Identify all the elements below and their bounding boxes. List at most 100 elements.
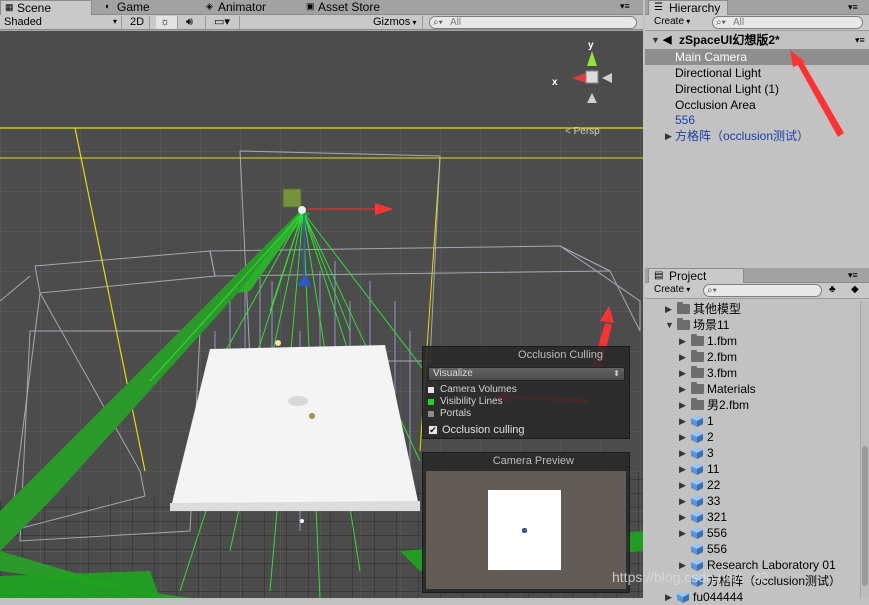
project-item[interactable]: ▶ 556 — [645, 525, 869, 541]
model-prefab-icon — [691, 495, 703, 507]
legend-portals-label: Portals — [440, 408, 472, 419]
foldout-closed-icon[interactable]: ▶ — [679, 413, 686, 429]
folder-icon — [691, 350, 704, 362]
audio-toggle[interactable]: 🔊︎ — [182, 16, 206, 29]
panel-menu-icon[interactable]: ▾≡ — [848, 270, 858, 281]
toggle-2d-label: 2D — [130, 16, 145, 28]
foldout-closed-icon[interactable]: ▶ — [679, 509, 686, 525]
project-item-label: 男2.fbm — [707, 398, 750, 412]
tab-game[interactable]: ◐ Game — [101, 0, 187, 15]
project-item[interactable]: ▶ 321 — [645, 509, 869, 525]
project-item[interactable]: ▶ 2.fbm — [645, 349, 869, 365]
model-prefab-icon — [691, 543, 703, 555]
folder-icon — [691, 398, 704, 410]
gizmos-dropdown[interactable]: Gizmos ▾ — [369, 16, 423, 29]
scene-panel: ▦ Scene ◐ Game ◈ Animator ▣ Asset Store ▾≡ S… — [0, 0, 643, 598]
project-title: Project — [669, 269, 707, 283]
project-item[interactable]: ▶ Materials — [645, 381, 869, 397]
scene-icon: ▦ — [5, 2, 14, 12]
project-item-label: 其他模型 — [693, 302, 742, 316]
visualize-dropdown-label: Visualize — [433, 368, 473, 379]
foldout-closed-icon[interactable]: ▶ — [679, 333, 686, 349]
model-prefab-icon — [691, 431, 703, 443]
tab-scene[interactable]: ▦ Scene — [0, 0, 92, 15]
project-item[interactable]: 556 — [645, 541, 869, 557]
filter-by-type-icon[interactable]: ♣ — [829, 284, 836, 295]
scene-viewport[interactable]: y x < Persp Occlusion Culling Visualize … — [0, 31, 643, 598]
effects-dropdown[interactable]: ▭▾ — [210, 16, 240, 29]
project-item[interactable]: ▶ 33 — [645, 493, 869, 509]
project-create-button[interactable]: Create ▾ — [651, 284, 693, 297]
checkmark-icon: ✔ — [428, 425, 438, 435]
project-item-label: 33 — [707, 494, 721, 508]
visualize-dropdown[interactable]: Visualize ⬍ — [428, 367, 625, 381]
dropdown-updown-icon: ⬍ — [613, 369, 620, 378]
foldout-closed-icon[interactable]: ▶ — [679, 525, 686, 541]
watermark-text: https://blog.csdn.net/...32 — [612, 569, 769, 585]
project-toolbar: Create ▾ ⌕▾ ♣ ◆ — [645, 283, 869, 299]
search-icon: ⌕▾ — [707, 285, 717, 296]
panel-menu-icon[interactable]: ▾≡ — [620, 1, 630, 12]
project-item-label: 11 — [707, 462, 720, 476]
folder-icon — [691, 334, 704, 346]
project-item[interactable]: ▶ fu044444 — [645, 589, 869, 605]
toggle-2d-button[interactable]: 2D — [126, 16, 150, 29]
foldout-closed-icon[interactable]: ▶ — [679, 477, 686, 493]
lighting-toggle[interactable]: ☼ — [156, 16, 178, 29]
project-item-label: 3 — [707, 446, 714, 460]
foldout-closed-icon[interactable]: ▶ — [665, 589, 672, 605]
project-item[interactable]: ▶ 2 — [645, 429, 869, 445]
foldout-closed-icon[interactable]: ▶ — [679, 397, 686, 413]
gizmos-label: Gizmos — [373, 16, 411, 28]
foldout-closed-icon[interactable]: ▶ — [679, 381, 686, 397]
project-item[interactable]: ▼ 场景11 — [645, 317, 869, 333]
foldout-closed-icon[interactable]: ▶ — [665, 301, 672, 317]
legend-portals: Portals — [428, 408, 471, 420]
tab-asset-store[interactable]: ▣ Asset Store — [302, 0, 412, 15]
foldout-closed-icon[interactable]: ▶ — [679, 445, 686, 461]
speaker-icon: 🔊︎ — [186, 16, 193, 28]
project-item[interactable]: ▶ 3 — [645, 445, 869, 461]
foldout-closed-icon[interactable]: ▶ — [679, 429, 686, 445]
scene-tabbar: ▦ Scene ◐ Game ◈ Animator ▣ Asset Store ▾≡ — [0, 0, 643, 15]
project-item[interactable]: ▶ 1.fbm — [645, 333, 869, 349]
project-item-label: fu044444 — [693, 590, 744, 604]
model-prefab-icon — [691, 463, 703, 475]
folder-icon — [677, 302, 690, 314]
hierarchy-annotation-arrow — [790, 50, 844, 137]
scene-search-placeholder: All — [450, 17, 462, 28]
occlusion-culling-checkbox[interactable]: ✔ Occlusion culling — [428, 423, 525, 437]
project-scrollbar[interactable] — [860, 301, 869, 598]
gizmos-arrow-icon: ▾ — [410, 18, 417, 27]
folder-icon — [677, 318, 690, 330]
project-item[interactable]: ▶ 22 — [645, 477, 869, 493]
foldout-closed-icon[interactable]: ▶ — [679, 365, 686, 381]
filter-by-label-icon[interactable]: ◆ — [851, 284, 859, 295]
legend-swatch-portals — [428, 411, 434, 417]
project-item-label: 2.fbm — [707, 350, 738, 364]
foldout-open-icon[interactable]: ▼ — [665, 317, 674, 333]
project-item[interactable]: ▶ 男2.fbm — [645, 397, 869, 413]
project-item[interactable]: ▶ 11 — [645, 461, 869, 477]
tab-project[interactable]: ▤ Project — [648, 268, 744, 283]
shading-mode-dropdown[interactable]: Shaded ▾ — [0, 16, 122, 29]
tab-animator[interactable]: ◈ Animator — [202, 0, 302, 15]
foldout-closed-icon[interactable]: ▶ — [679, 493, 686, 509]
project-item-label: Materials — [707, 382, 756, 396]
scrollbar-thumb[interactable] — [862, 446, 868, 586]
folder-icon — [691, 382, 704, 394]
foldout-closed-icon[interactable]: ▶ — [679, 461, 686, 477]
folder-icon — [691, 366, 704, 378]
project-item[interactable]: ▶ 3.fbm — [645, 365, 869, 381]
foldout-closed-icon[interactable]: ▶ — [679, 349, 686, 365]
camera-preview-title: Camera Preview — [492, 455, 574, 467]
project-item-label: 1 — [707, 414, 714, 428]
project-item[interactable]: ▶ 其他模型 — [645, 301, 869, 317]
project-item[interactable]: ▶ 1 — [645, 413, 869, 429]
project-search-input[interactable]: ⌕▾ — [703, 284, 822, 297]
occlusion-title: Occlusion Culling — [518, 349, 603, 361]
model-prefab-icon — [691, 527, 703, 539]
legend-swatch-visibility-lines — [428, 399, 434, 405]
scene-search-input[interactable]: ⌕▾ All — [429, 16, 637, 29]
tab-animator-label: Animator — [218, 0, 267, 14]
